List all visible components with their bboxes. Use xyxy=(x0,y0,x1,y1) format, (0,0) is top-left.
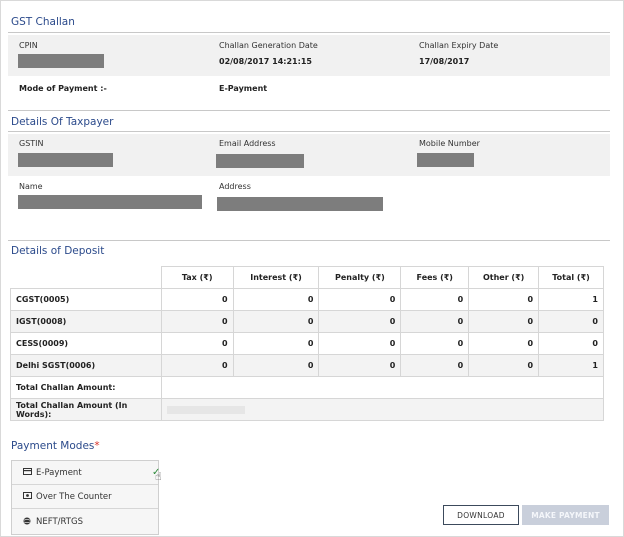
payment-option-label: NEFT/RTGS xyxy=(36,517,83,527)
cell: 0 xyxy=(160,354,234,377)
make-payment-button[interactable]: MAKE PAYMENT xyxy=(522,505,609,525)
expiry-label: Challan Expiry Date xyxy=(419,41,499,50)
cell: 0 xyxy=(468,310,540,333)
address-label: Address xyxy=(219,182,251,191)
total-value xyxy=(160,376,605,399)
total-words-label: Total Challan Amount (In Words): xyxy=(10,398,162,421)
payment-option-over-the-counter[interactable]: Over The Counter xyxy=(12,485,158,509)
cell: 0 xyxy=(468,354,540,377)
email-label: Email Address xyxy=(219,139,276,148)
total-row: Total Challan Amount: xyxy=(10,376,605,399)
cell: 0 xyxy=(468,332,540,355)
payment-option-label: E-Payment xyxy=(36,467,82,478)
cpin-label: CPIN xyxy=(19,41,38,50)
gen-date-value: 02/08/2017 14:21:15 xyxy=(219,57,312,66)
payment-option-neft-rtgs[interactable]: NEFT/RTGS xyxy=(12,510,158,534)
cell: 0 xyxy=(160,310,234,333)
table-row: CESS(0009) 0 0 0 0 0 0 xyxy=(10,332,604,355)
col-header: Penalty (₹) xyxy=(318,266,402,289)
cell: 0 xyxy=(318,288,402,311)
total-words-row: Total Challan Amount (In Words): xyxy=(10,398,605,421)
row-header: Delhi SGST(0006) xyxy=(10,354,162,377)
mode-label: Mode of Payment :- xyxy=(19,84,107,93)
mode-value: E-Payment xyxy=(219,84,268,93)
challan-title: GST Challan xyxy=(11,16,75,28)
cell: 0 xyxy=(318,354,402,377)
cell: 0 xyxy=(232,332,320,355)
table-header-row: Tax (₹) Interest (₹) Penalty (₹) Fees (₹… xyxy=(10,266,604,289)
table-header-empty xyxy=(10,266,162,289)
gstin-label: GSTIN xyxy=(19,139,44,148)
cell: 0 xyxy=(160,332,234,355)
deposit-table: Tax (₹) Interest (₹) Penalty (₹) Fees (₹… xyxy=(10,266,605,421)
cell: 0 xyxy=(400,354,470,377)
mobile-value-redacted xyxy=(417,153,474,167)
divider xyxy=(8,32,610,33)
col-header: Total (₹) xyxy=(538,266,604,289)
gstin-value-redacted xyxy=(18,153,113,167)
cell: 0 xyxy=(538,310,604,333)
cell: 0 xyxy=(400,332,470,355)
divider xyxy=(8,240,610,241)
cell: 0 xyxy=(232,288,320,311)
expiry-value: 17/08/2017 xyxy=(419,57,470,66)
globe-icon xyxy=(22,517,32,527)
cell: 1 xyxy=(538,354,604,377)
card-icon xyxy=(22,468,32,477)
col-header: Other (₹) xyxy=(468,266,540,289)
total-words-placeholder xyxy=(166,405,245,414)
row-header: IGST(0008) xyxy=(10,310,162,333)
counter-icon xyxy=(22,492,32,501)
table-row: CGST(0005) 0 0 0 0 0 1 xyxy=(10,288,604,311)
cell: 1 xyxy=(538,288,604,311)
cpin-value-redacted xyxy=(18,54,104,68)
deposit-title: Details of Deposit xyxy=(11,245,105,257)
cell: 0 xyxy=(232,354,320,377)
name-label: Name xyxy=(19,182,43,191)
payment-modes-title: Payment Modes* xyxy=(11,440,100,452)
name-value-redacted xyxy=(18,195,202,209)
cell: 0 xyxy=(318,332,402,355)
required-mark: * xyxy=(94,440,100,452)
cell: 0 xyxy=(538,332,604,355)
taxpayer-title: Details Of Taxpayer xyxy=(11,116,114,128)
col-header: Tax (₹) xyxy=(160,266,234,289)
cell: 0 xyxy=(400,288,470,311)
cell: 0 xyxy=(160,288,234,311)
table-row: Delhi SGST(0006) 0 0 0 0 0 1 xyxy=(10,354,604,377)
total-label: Total Challan Amount: xyxy=(10,376,162,399)
email-value-redacted xyxy=(216,154,304,168)
download-button[interactable]: DOWNLOAD xyxy=(443,505,519,525)
divider xyxy=(8,110,610,111)
table-row: IGST(0008) 0 0 0 0 0 0 xyxy=(10,310,604,333)
mobile-label: Mobile Number xyxy=(419,139,480,148)
payment-mode-list: E-Payment ✓ ☝ Over The Counter NEFT/RTGS xyxy=(11,460,162,535)
hand-cursor-icon: ☝ xyxy=(155,470,162,483)
payment-modes-label: Payment Modes xyxy=(11,440,95,452)
address-value-redacted xyxy=(217,197,383,211)
gen-date-label: Challan Generation Date xyxy=(219,41,318,50)
row-header: CESS(0009) xyxy=(10,332,162,355)
cell: 0 xyxy=(318,310,402,333)
cell: 0 xyxy=(468,288,540,311)
payment-option-label: Over The Counter xyxy=(36,491,112,502)
col-header: Interest (₹) xyxy=(232,266,320,289)
payment-option-e-payment[interactable]: E-Payment ✓ ☝ xyxy=(12,461,162,485)
col-header: Fees (₹) xyxy=(400,266,470,289)
divider xyxy=(8,131,610,132)
cell: 0 xyxy=(400,310,470,333)
row-header: CGST(0005) xyxy=(10,288,162,311)
total-words-value xyxy=(160,398,605,421)
cell: 0 xyxy=(232,310,320,333)
